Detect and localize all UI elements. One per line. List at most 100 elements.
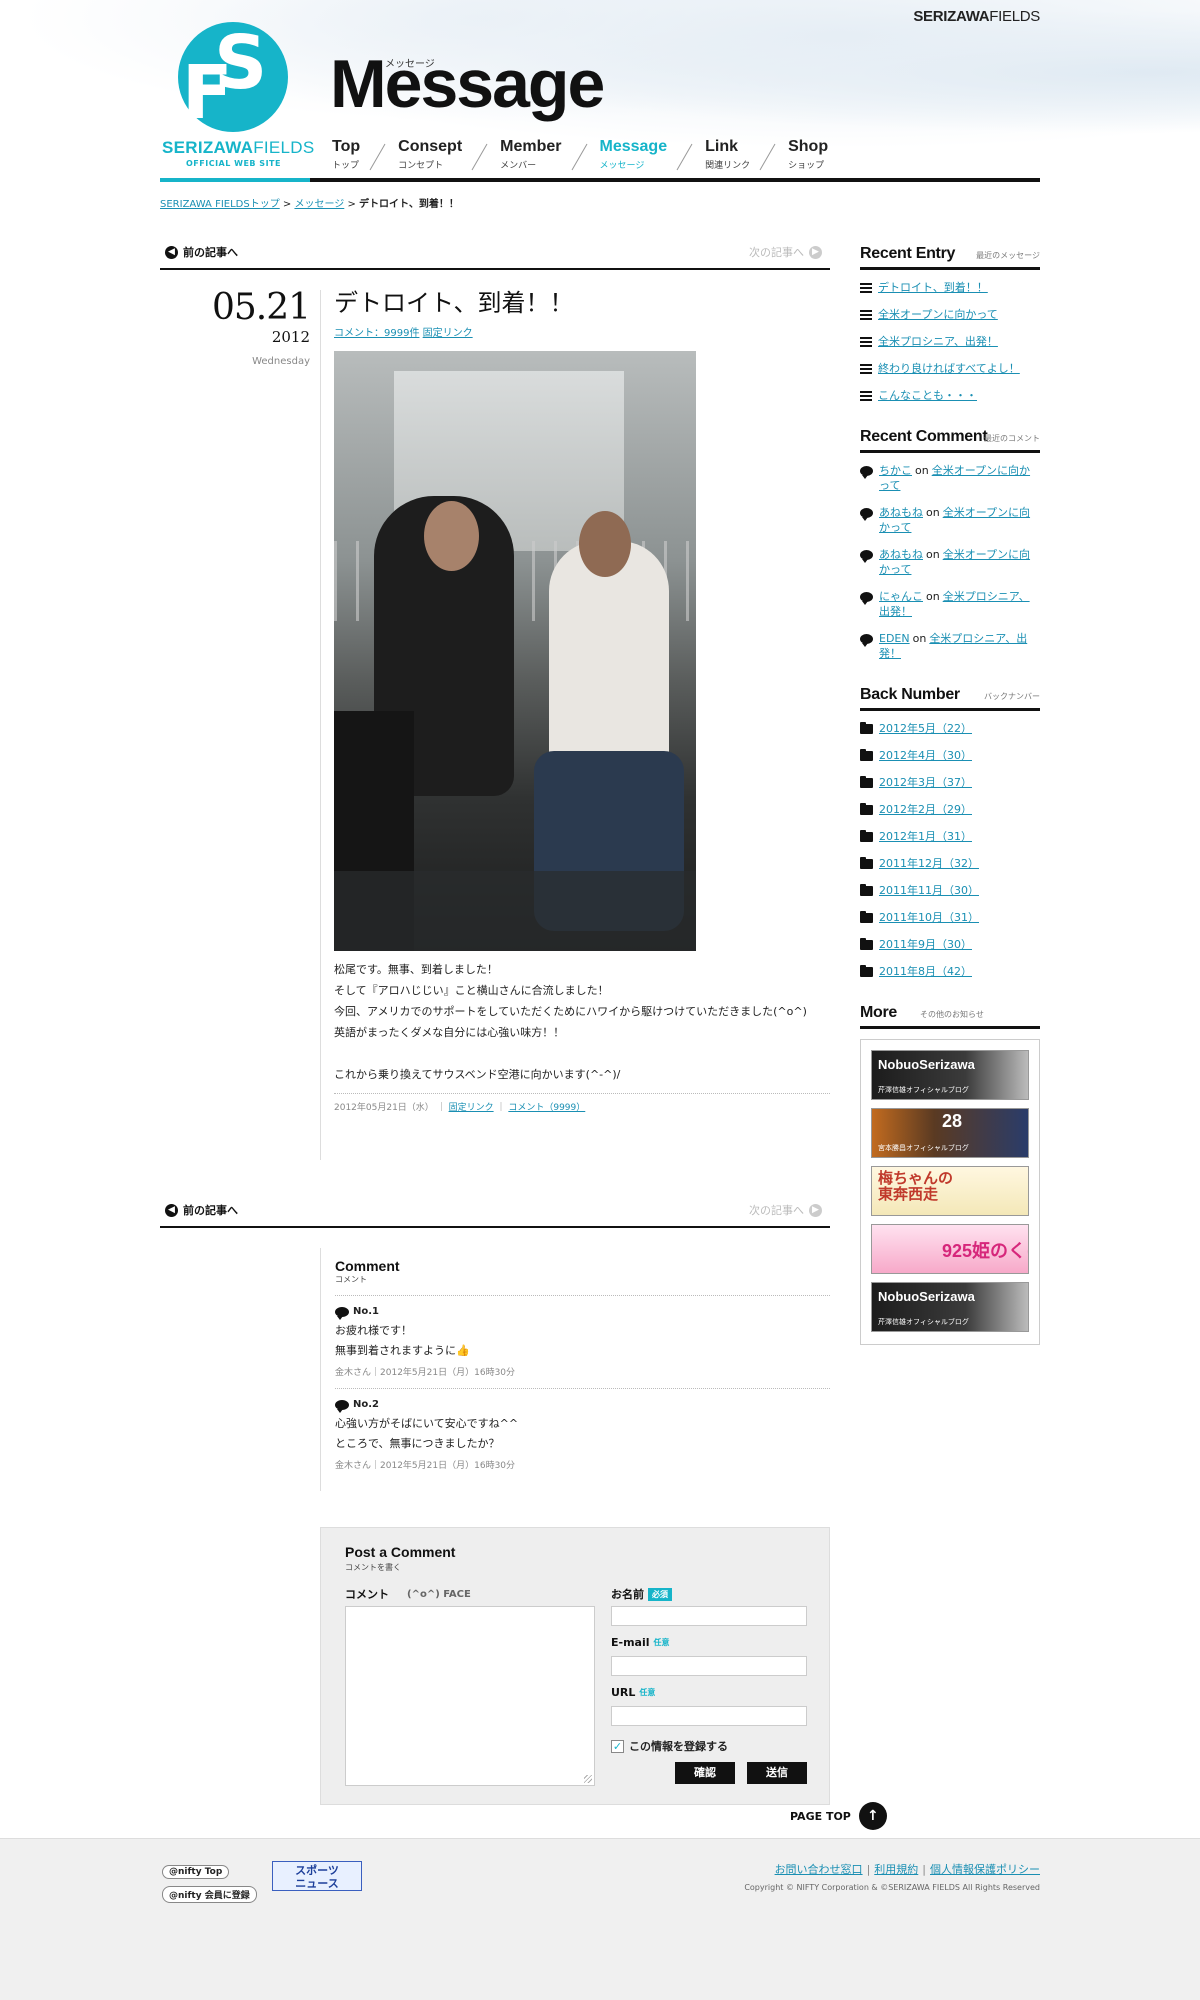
email-field[interactable]: [611, 1656, 807, 1676]
entry-title: デトロイト、到着！！: [334, 289, 574, 317]
email-label: E-mail 任意: [611, 1636, 670, 1649]
banner-title: 925姫のくにっき: [942, 1241, 1028, 1261]
more-title: More: [860, 1004, 898, 1021]
breadcrumb-section-link[interactable]: メッセージ: [294, 199, 344, 210]
folder-icon: [860, 938, 873, 950]
entry-body: デトロイト、到着！！ コメント：9999件 固定リンク 松尾です。無事、到着しま…: [334, 290, 830, 1113]
blog-banner[interactable]: NobuoSerizawa 芹澤信雄オフィシャルブログ: [871, 1050, 1029, 1100]
confirm-button[interactable]: 確認: [675, 1762, 735, 1784]
entry-footer-permalink[interactable]: 固定リンク: [449, 1103, 494, 1113]
remember-checkbox-row[interactable]: ✓ この情報を登録する: [611, 1738, 728, 1754]
back-number-link[interactable]: 2011年12月（32）: [879, 856, 979, 871]
speech-bubble-icon: [860, 466, 873, 479]
blog-banner[interactable]: 梅ちゃんの 東奔西走: [871, 1166, 1029, 1216]
comment-textarea[interactable]: [345, 1606, 595, 1786]
recent-comment-author-link[interactable]: ちかこ: [879, 464, 912, 477]
comment-author: 金木さん: [335, 1461, 372, 1471]
back-number-link[interactable]: 2011年8月（42）: [879, 964, 972, 979]
nav-item-message[interactable]: Message メッセージ: [600, 138, 686, 172]
breadcrumb: SERIZAWA FIELDSトップ > メッセージ > デトロイト、到着！！: [160, 195, 459, 210]
recent-comment-title: Recent Comment: [860, 428, 988, 445]
entry-footer: 2012年05月21日（水） ｜ 固定リンク ｜ コメント（9999）: [334, 1093, 830, 1113]
recent-entry-link[interactable]: 全米オープンに向かって: [878, 307, 998, 322]
back-number-item: 2012年1月（31）: [860, 829, 1040, 844]
nifty-top-button[interactable]: @nifty Top: [162, 1865, 230, 1879]
photo-head-left: [424, 501, 479, 572]
recent-comment-author-link[interactable]: にゃんこ: [879, 590, 923, 603]
prev-entry-link[interactable]: ◀ 前の記事へ: [165, 244, 238, 260]
back-number-link[interactable]: 2012年1月（31）: [879, 829, 972, 844]
entry-weekday: Wednesday: [252, 356, 310, 367]
footer-link-sep: |: [866, 1863, 871, 1876]
prev-entry-label: 前の記事へ: [183, 246, 238, 259]
list-icon: [860, 391, 872, 401]
nav-item-member[interactable]: Member メンバー: [500, 138, 579, 172]
blog-banner[interactable]: 925姫のくにっき: [871, 1224, 1029, 1274]
footer-link[interactable]: 個人情報保護ポリシー: [930, 1863, 1040, 1876]
form-title: Post a Comment: [345, 1544, 456, 1560]
back-number-link[interactable]: 2012年2月（29）: [879, 802, 972, 817]
header-divider: [160, 178, 1040, 182]
nifty-register-button[interactable]: @nifty 会員に登録: [162, 1886, 257, 1903]
site-logo[interactable]: S F SERIZAWAFIELDS OFFICIAL WEB SITE: [160, 22, 314, 172]
footer-link[interactable]: 利用規約: [874, 1863, 918, 1876]
entry-permalink[interactable]: 固定リンク: [423, 328, 473, 339]
nav-item-top[interactable]: Top トップ: [332, 138, 378, 172]
remember-checkbox[interactable]: ✓: [611, 1739, 624, 1753]
recent-comment-author-link[interactable]: あねもね: [879, 548, 923, 561]
logo-letter-f: F: [182, 50, 233, 136]
back-number-link[interactable]: 2012年4月（30）: [879, 748, 972, 763]
logo-name: SERIZAWAFIELDS: [162, 138, 315, 157]
recent-entry-link[interactable]: デトロイト、到着！！: [878, 280, 988, 295]
face-picker-icon[interactable]: (^o^) FACE: [407, 1589, 471, 1600]
comments-section: Comment コメント No.1 お疲れ様です！ 無事到着されますように👍 金木さ…: [320, 1248, 830, 1491]
recent-comment-heading: Recent Comment 最近のコメント: [860, 423, 1040, 453]
nav-item-sublabel: コンセプト: [398, 161, 444, 171]
blog-banner[interactable]: 28 宮本勝昌オフィシャルブログ: [871, 1108, 1029, 1158]
recent-comment-item: ちかこ on 全米オープンに向かって: [860, 463, 1040, 493]
recent-comment-author-link[interactable]: EDEN: [879, 632, 910, 645]
blog-banner[interactable]: NobuoSerizawa 芹澤信雄オフィシャルブログ: [871, 1282, 1029, 1332]
back-number-list: 2012年5月（22） 2012年4月（30） 2012年3月（37） 2012年2月…: [860, 721, 1040, 979]
back-number-link[interactable]: 2012年3月（37）: [879, 775, 972, 790]
photo-head-right: [579, 511, 631, 578]
breadcrumb-sep: >: [279, 199, 295, 210]
footer-link[interactable]: お問い合わせ窓口: [775, 1863, 863, 1876]
recent-comment-on: on: [926, 548, 940, 561]
entry-footer-comments-link[interactable]: コメント（9999）: [508, 1103, 585, 1113]
back-number-item: 2012年3月（37）: [860, 775, 1040, 790]
sports-news-banner[interactable]: スポーツ ニュース: [272, 1861, 362, 1891]
prev-entry-label: 前の記事へ: [183, 1204, 238, 1217]
page-top-link[interactable]: PAGE TOP ↑: [790, 1802, 887, 1830]
prev-entry-link[interactable]: ◀ 前の記事へ: [165, 1202, 238, 1218]
name-field[interactable]: [611, 1606, 807, 1626]
nav-item-link[interactable]: Link 関連リンク: [705, 138, 768, 172]
nav-item-sublabel: メッセージ: [599, 161, 645, 171]
entry-footer-sep: ｜: [496, 1103, 506, 1114]
comment-text: 心強い方がそばにいて安心ですね^^ ところで、無事につきましたか？: [335, 1417, 519, 1450]
recent-comment-author-link[interactable]: あねもね: [879, 506, 923, 519]
breadcrumb-home-link[interactable]: SERIZAWA FIELDSトップ: [160, 199, 280, 210]
back-number-link[interactable]: 2011年11月（30）: [879, 883, 979, 898]
recent-entry-item: 全米プロシニア、出発！: [860, 334, 1040, 349]
back-number-link[interactable]: 2011年9月（30）: [879, 937, 972, 952]
next-entry-link[interactable]: 次の記事へ ▶: [749, 244, 822, 260]
nifty-buttons: @nifty Top @nifty 会員に登録: [162, 1859, 257, 1907]
back-number-link[interactable]: 2011年10月（31）: [879, 910, 979, 925]
back-number-link[interactable]: 2012年5月（22）: [879, 721, 972, 736]
entry-links: コメント：9999件 固定リンク: [334, 324, 830, 339]
recent-entry-link[interactable]: 全米プロシニア、出発！: [878, 334, 998, 349]
submit-button[interactable]: 送信: [747, 1762, 807, 1784]
recent-comment-text: あねもね on 全米オープンに向かって: [879, 505, 1040, 535]
nav-item-label: Shop: [788, 138, 829, 155]
url-field[interactable]: [611, 1706, 807, 1726]
entry-comment-link[interactable]: コメント：9999件: [334, 328, 419, 339]
nav-item-shop[interactable]: Shop ショップ: [788, 138, 846, 172]
banner-title: NobuoSerizawa: [878, 1057, 975, 1072]
entry-divider: [320, 290, 321, 1160]
brand-wordmark[interactable]: SERIZAWAFIELDS: [913, 8, 1040, 25]
recent-entry-link[interactable]: 終わり良ければすべてよし！: [878, 361, 1020, 376]
recent-entry-link[interactable]: こんなことも・・・: [878, 388, 977, 403]
next-entry-link[interactable]: 次の記事へ ▶: [749, 1202, 822, 1218]
nav-item-consept[interactable]: Consept コンセプト: [398, 138, 480, 172]
